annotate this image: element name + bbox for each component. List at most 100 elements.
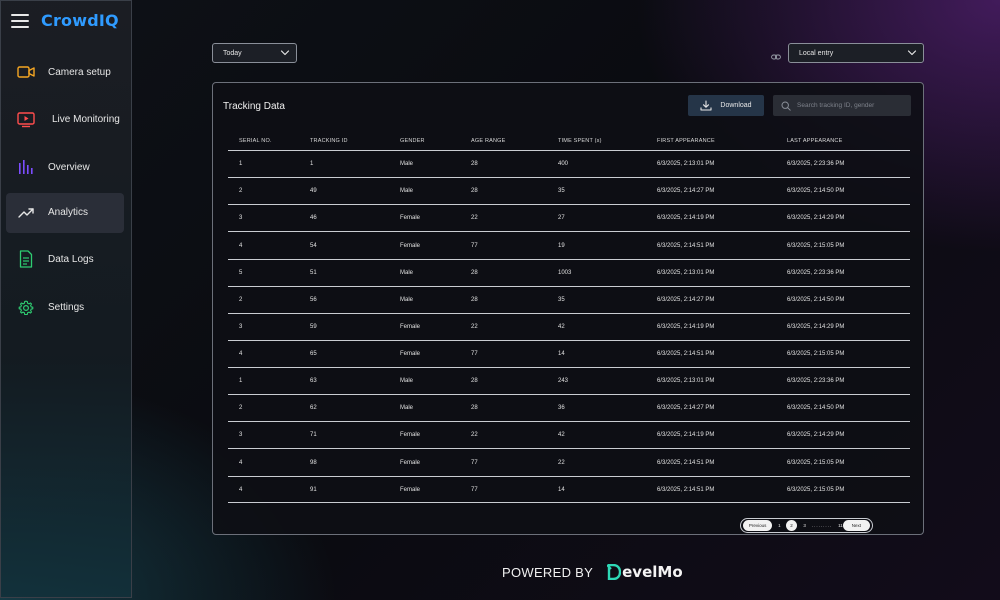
- column-header-gender[interactable]: GENDER: [400, 138, 471, 144]
- cell-tracking-id: 54: [310, 242, 317, 249]
- cell-last-appearance: 6/3/2025, 2:14:50 PM: [787, 188, 845, 194]
- table-row[interactable]: 1 63 Male 28 243 6/3/2025, 2:13:01 PM 6/3/2025…: [228, 368, 910, 395]
- cell-time-spent: 36: [558, 405, 565, 411]
- table-row[interactable]: 3 46 Female 22 27 6/3/2025, 2:14:19 PM 6/3/202…: [228, 205, 910, 232]
- cell-serial: 2: [239, 405, 243, 411]
- table-body: 1 1 Male 28 400 6/3/2025, 2:13:01 PM 6/3/2025,…: [228, 151, 910, 503]
- cell-age-range: 22: [471, 215, 478, 221]
- page-3-button[interactable]: 3: [803, 523, 806, 528]
- cell-tracking-id: 59: [310, 324, 317, 330]
- cell-last-appearance: 6/3/2025, 2:23:36 PM: [787, 378, 845, 384]
- sidebar-item-overview[interactable]: Overview: [6, 146, 124, 188]
- cell-first-appearance: 6/3/2025, 2:14:19 PM: [657, 215, 715, 221]
- table-row[interactable]: 5 51 Male 28 1003 6/3/2025, 2:13:01 PM 6/3/202…: [228, 260, 910, 287]
- cell-time-spent: 22: [558, 459, 565, 466]
- cell-gender: Male: [400, 270, 414, 276]
- cell-time-spent: 35: [558, 188, 565, 194]
- sidebar-item-label: Analytics: [48, 207, 89, 218]
- column-header-age-range[interactable]: AGE RANGE: [471, 138, 558, 144]
- tracking-data-card: Tracking Data Download SERIAL NO. TRACKI…: [212, 82, 924, 535]
- cell-gender: Male: [400, 405, 414, 411]
- sidebar-item-analytics[interactable]: Analytics: [6, 192, 124, 233]
- table-row[interactable]: 4 65 Female 77 14 6/3/2025, 2:14:51 PM 6/3/202…: [228, 341, 910, 368]
- bar-chart-icon: [6, 160, 46, 174]
- develmo-text: evelMo: [622, 563, 683, 581]
- table-row[interactable]: 3 59 Female 22 42 6/3/2025, 2:14:19 PM 6/3/202…: [228, 314, 910, 341]
- download-label: Download: [720, 102, 752, 109]
- cell-last-appearance: 6/3/2025, 2:23:36 PM: [787, 270, 845, 276]
- cell-time-spent: 14: [558, 351, 565, 357]
- table-row[interactable]: 2 56 Male 28 35 6/3/2025, 2:14:27 PM 6/3/2025,…: [228, 287, 910, 314]
- search-box[interactable]: [773, 95, 911, 116]
- cell-time-spent: 35: [558, 297, 565, 303]
- cell-first-appearance: 6/3/2025, 2:14:51 PM: [657, 486, 715, 493]
- sidebar-item-camera-setup[interactable]: Camera setup: [6, 51, 124, 93]
- cell-gender: Female: [400, 432, 421, 438]
- cell-first-appearance: 6/3/2025, 2:14:27 PM: [657, 297, 715, 303]
- cell-last-appearance: 6/3/2025, 2:15:05 PM: [787, 486, 845, 493]
- cell-tracking-id: 65: [310, 351, 317, 357]
- cell-serial: 1: [239, 378, 243, 384]
- cell-tracking-id: 98: [310, 459, 317, 466]
- search-icon: [781, 100, 791, 111]
- sidebar-item-settings[interactable]: Settings: [6, 286, 124, 330]
- search-input[interactable]: [797, 102, 907, 109]
- column-header-serial[interactable]: SERIAL NO.: [228, 138, 310, 144]
- period-select[interactable]: Today: [212, 43, 297, 63]
- table-row[interactable]: 4 98 Female 77 22 6/3/2025, 2:14:51 PM 6/3/202…: [228, 449, 910, 477]
- cell-age-range: 28: [471, 405, 478, 411]
- cell-age-range: 28: [471, 378, 478, 384]
- monitor-play-icon: [6, 111, 46, 128]
- entry-select[interactable]: Local entry: [788, 43, 924, 63]
- cell-gender: Female: [400, 242, 421, 249]
- sidebar-nav: Camera setup Live Monitoring Overview An…: [6, 51, 124, 334]
- sidebar-item-label: Settings: [48, 302, 85, 313]
- cell-serial: 3: [239, 432, 243, 438]
- table-row[interactable]: 1 1 Male 28 400 6/3/2025, 2:13:01 PM 6/3/2025,…: [228, 151, 910, 178]
- table-row[interactable]: 2 49 Male 28 35 6/3/2025, 2:14:27 PM 6/3/2025,…: [228, 178, 910, 205]
- previous-page-button[interactable]: Previous: [743, 520, 773, 531]
- cell-first-appearance: 6/3/2025, 2:14:27 PM: [657, 188, 715, 194]
- cell-last-appearance: 6/3/2025, 2:23:36 PM: [787, 161, 845, 167]
- cell-time-spent: 42: [558, 324, 565, 330]
- cell-time-spent: 27: [558, 215, 565, 221]
- cell-age-range: 77: [471, 351, 478, 357]
- cell-gender: Male: [400, 378, 414, 384]
- cell-gender: Female: [400, 486, 421, 493]
- cell-serial: 2: [239, 188, 243, 194]
- sidebar-item-label: Camera setup: [48, 66, 111, 78]
- column-header-last-appearance[interactable]: LAST APPEARANCE: [787, 138, 910, 144]
- next-page-button[interactable]: Next: [842, 520, 870, 531]
- download-button[interactable]: Download: [688, 95, 764, 116]
- column-header-time-spent[interactable]: TIME SPENT (s): [558, 138, 657, 144]
- cell-serial: 4: [239, 351, 243, 357]
- table-row[interactable]: 4 54 Female 77 19 6/3/2025, 2:14:51 PM 6/3/202…: [228, 232, 910, 260]
- cell-tracking-id: 91: [310, 486, 317, 493]
- pagination: Previous 1 2 3 ......... 11 Next: [740, 518, 873, 533]
- pagination-ellipsis: .........: [811, 523, 833, 528]
- sidebar-item-data-logs[interactable]: Data Logs: [6, 237, 124, 281]
- sidebar-item-label: Live Monitoring: [52, 114, 120, 125]
- cell-serial: 2: [239, 297, 243, 303]
- page-1-button[interactable]: 1: [778, 523, 781, 528]
- cell-age-range: 77: [471, 242, 478, 249]
- gear-icon: [6, 300, 46, 316]
- page-2-button[interactable]: 2: [785, 520, 798, 531]
- sidebar-item-live-monitoring[interactable]: Live Monitoring: [6, 98, 124, 142]
- cell-time-spent: 1003: [558, 270, 572, 276]
- cell-age-range: 28: [471, 188, 478, 194]
- cell-first-appearance: 6/3/2025, 2:13:01 PM: [657, 161, 715, 167]
- hamburger-menu-icon[interactable]: [11, 13, 29, 28]
- table-row[interactable]: 2 62 Male 28 36 6/3/2025, 2:14:27 PM 6/3/2025,…: [228, 395, 910, 422]
- entry-select-value: Local entry: [799, 49, 834, 57]
- cell-tracking-id: 1: [310, 161, 314, 167]
- column-header-first-appearance[interactable]: FIRST APPEARANCE: [657, 138, 787, 144]
- column-header-tracking-id[interactable]: TRACKING ID: [310, 138, 400, 144]
- cell-first-appearance: 6/3/2025, 2:13:01 PM: [657, 270, 715, 276]
- table-row[interactable]: 3 71 Female 22 42 6/3/2025, 2:14:19 PM 6/3/202…: [228, 422, 910, 449]
- table-row[interactable]: 4 91 Female 77 14 6/3/2025, 2:14:51 PM 6/3/202…: [228, 477, 910, 503]
- download-icon: [700, 100, 712, 111]
- cell-serial: 5: [239, 270, 243, 276]
- period-select-value: Today: [223, 49, 242, 57]
- cell-gender: Female: [400, 459, 421, 466]
